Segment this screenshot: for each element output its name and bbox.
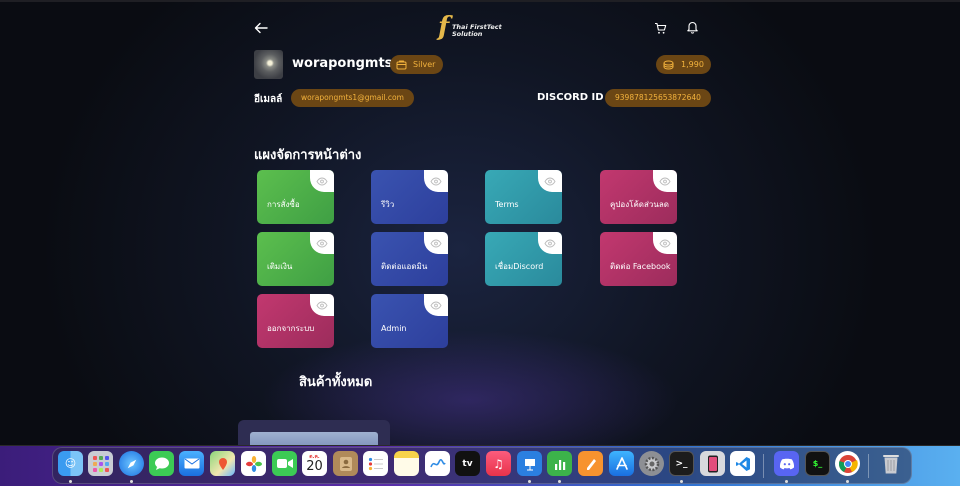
facetime-icon[interactable]: [272, 451, 297, 476]
mail-icon[interactable]: [179, 451, 204, 476]
music-icon[interactable]: ♫: [486, 451, 511, 476]
back-arrow-icon[interactable]: [254, 20, 270, 36]
trash-icon[interactable]: [878, 451, 903, 476]
running-indicator: [130, 480, 133, 483]
cart-icon[interactable]: [654, 20, 670, 36]
tile-label: คูปองโค้ดส่วนลด: [610, 200, 669, 209]
running-indicator: [846, 480, 849, 483]
coin-balance-badge: 1,990: [656, 55, 711, 74]
top-bar: f Thai FirstTect Solution: [250, 12, 710, 44]
discord-id-value: 939878125653872640: [605, 89, 711, 107]
tile-label: เชื่อมDiscord: [495, 262, 544, 271]
reminders-icon[interactable]: [363, 451, 388, 476]
tile-contact-admin[interactable]: ติดต่อแอดมิน: [371, 232, 448, 286]
tile-topup[interactable]: เติมเงิน: [257, 232, 334, 286]
username: worapongmts1: [292, 56, 402, 71]
eye-icon: [538, 232, 562, 254]
safari-icon[interactable]: [119, 451, 144, 476]
tile-label: ติดต่อ Facebook: [610, 262, 671, 271]
running-indicator: [785, 480, 788, 483]
tile-label: รีวิว: [381, 200, 395, 209]
email-value: worapongmts1@gmail.com: [291, 89, 414, 107]
email-label: อีเมลล์: [254, 94, 283, 105]
eye-icon: [424, 232, 448, 254]
contacts-icon[interactable]: [333, 451, 358, 476]
profile-row: worapongmts1 Silver 1,990: [254, 50, 714, 80]
logo-letter: f: [438, 12, 450, 42]
tile-label: Admin: [381, 324, 407, 333]
tile-label: การสั่งซื้อ: [267, 200, 300, 209]
terminal2-icon[interactable]: $_: [805, 451, 830, 476]
product-thumbnail: [250, 432, 378, 445]
eye-icon: [653, 170, 677, 192]
appstore-icon[interactable]: [609, 451, 634, 476]
tile-terms[interactable]: Terms: [485, 170, 562, 224]
browser-window: f Thai FirstTect Solution worapongmts1 S…: [0, 0, 960, 446]
messages-icon[interactable]: [149, 451, 174, 476]
product-card[interactable]: [238, 420, 390, 445]
tier-badge: Silver: [390, 55, 444, 74]
eye-icon: [538, 170, 562, 192]
chrome-icon[interactable]: [835, 451, 860, 476]
tile-admin[interactable]: Admin: [371, 294, 448, 348]
logo-text-line2: Solution: [452, 30, 483, 38]
eye-icon: [653, 232, 677, 254]
tile-label: เติมเงิน: [267, 262, 293, 271]
dock-separator: [868, 454, 869, 478]
eye-icon: [424, 294, 448, 316]
tile-reviews[interactable]: รีวิว: [371, 170, 448, 224]
calendar-day: 20: [306, 458, 323, 474]
discord-icon[interactable]: [774, 451, 799, 476]
appletv-icon[interactable]: tv: [455, 451, 480, 476]
terminal-icon[interactable]: >_: [669, 451, 694, 476]
pages-icon[interactable]: [578, 451, 603, 476]
maps-icon[interactable]: [210, 451, 235, 476]
eye-icon: [310, 232, 334, 254]
eye-icon: [310, 170, 334, 192]
iphone-mirroring-icon[interactable]: [700, 451, 725, 476]
freeform-icon[interactable]: [425, 451, 450, 476]
tile-label: Terms: [495, 200, 519, 209]
coin-balance: 1,990: [681, 60, 704, 69]
running-indicator: [528, 480, 531, 483]
launchpad-icon[interactable]: [88, 451, 113, 476]
tier-icon: [396, 60, 407, 69]
eye-icon: [310, 294, 334, 316]
dashboard-grid: การสั่งซื้อ รีวิว Terms คูปองโค้ดส่วนลด …: [256, 170, 678, 350]
running-indicator: [558, 480, 561, 483]
site-logo[interactable]: f Thai FirstTect Solution: [438, 12, 502, 42]
tile-contact-facebook[interactable]: ติดต่อ Facebook: [600, 232, 677, 286]
tile-label: ออกจากระบบ: [267, 324, 315, 333]
photos-icon[interactable]: [241, 451, 266, 476]
coin-icon: [663, 60, 674, 70]
tile-logout[interactable]: ออกจากระบบ: [257, 294, 334, 348]
vscode-icon[interactable]: [730, 451, 755, 476]
notes-icon[interactable]: [394, 451, 419, 476]
bell-icon[interactable]: [686, 19, 702, 35]
tile-coupons[interactable]: คูปองโค้ดส่วนลด: [600, 170, 677, 224]
running-indicator: [69, 480, 72, 483]
tile-orders[interactable]: การสั่งซื้อ: [257, 170, 334, 224]
calendar-icon[interactable]: ต.ค. 20: [302, 451, 327, 476]
settings-icon[interactable]: [639, 451, 664, 476]
macos-dock: ☺ ต.ค. 20 tv ♫ >_ $_: [52, 447, 912, 484]
numbers-icon[interactable]: [547, 451, 572, 476]
tile-link-discord[interactable]: เชื่อมDiscord: [485, 232, 562, 286]
running-indicator: [680, 480, 683, 483]
tier-label: Silver: [413, 60, 436, 69]
all-products-title: สินค้าทั้งหมด: [299, 375, 373, 390]
dashboard-title: แผงจัดการหน้าต่าง: [254, 148, 362, 163]
contact-row: อีเมลล์ worapongmts1@gmail.com DISCORD I…: [254, 89, 714, 109]
avatar[interactable]: [254, 50, 283, 79]
appletv-label: tv: [462, 458, 473, 469]
keynote-icon[interactable]: [517, 451, 542, 476]
tile-label: ติดต่อแอดมิน: [381, 262, 428, 271]
dock-separator: [763, 454, 764, 478]
eye-icon: [424, 170, 448, 192]
discord-id-label: DISCORD ID: [537, 92, 604, 103]
finder-icon[interactable]: ☺: [58, 451, 83, 476]
logo-text: Thai FirstTect Solution: [452, 24, 502, 38]
